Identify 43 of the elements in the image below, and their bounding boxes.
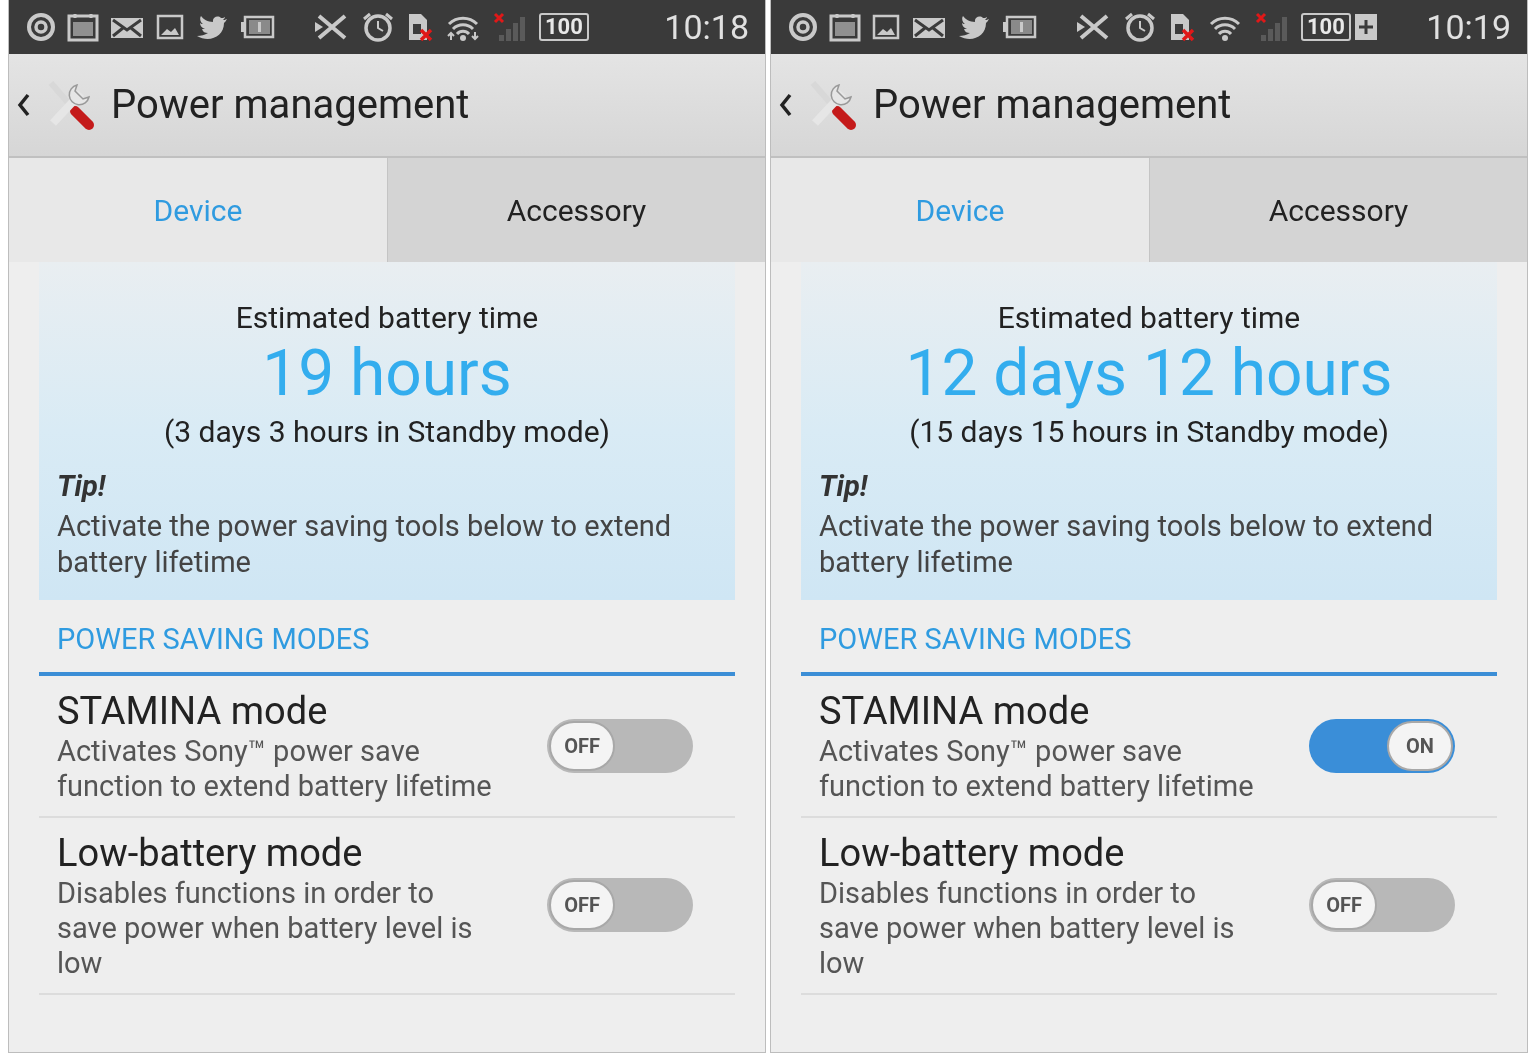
section-header: POWER SAVING MODES — [57, 622, 370, 656]
image-icon — [155, 12, 185, 42]
standby-time: (15 days 15 hours in Standby mode) — [908, 413, 1390, 451]
mode-title: Low-battery mode — [819, 829, 1126, 876]
page-title: Power management — [111, 80, 470, 130]
mode-description: Activates Sony™ power save function to extend battery lifetime — [819, 733, 1255, 804]
toggle-switch[interactable]: ON — [1309, 718, 1455, 773]
battery-level: 100 — [539, 13, 589, 41]
mode-title: STAMINA mode — [819, 687, 1091, 734]
clock-time: 10:18 — [664, 10, 749, 44]
image-icon — [871, 12, 901, 42]
mode-description: Disables functions in order to save power when battery level is low — [819, 875, 1236, 981]
tip-text: Activate the power saving tools below to extend battery lifetime — [57, 508, 673, 580]
calendar-icon — [829, 12, 861, 42]
estimate-label: Estimated battery time — [996, 300, 1302, 336]
battery-time: 19 hours — [261, 336, 513, 412]
estimate-label: Estimated battery time — [234, 300, 540, 336]
toggle-switch[interactable]: OFF — [1309, 878, 1455, 932]
back-icon[interactable] — [17, 92, 31, 118]
charging-plus-icon — [1354, 14, 1377, 40]
tip-text: Activate the power saving tools below to extend battery lifetime — [819, 508, 1435, 580]
section-header: POWER SAVING MODES — [819, 622, 1132, 656]
alarm-clock-icon — [361, 12, 395, 42]
toggle-switch[interactable]: OFF — [547, 718, 693, 773]
no-signal-icon — [491, 12, 525, 42]
standby-time: (3 days 3 hours in Standby mode) — [163, 413, 611, 451]
toggle-switch[interactable]: OFF — [547, 878, 693, 932]
battery-level: 100 — [1301, 13, 1351, 41]
page-title: Power management — [873, 80, 1232, 130]
battery-time: 12 days 12 hours — [904, 336, 1394, 412]
tip-title: Tip! — [819, 468, 869, 504]
mode-title: Low-battery mode — [57, 829, 364, 876]
mode-title: STAMINA mode — [57, 687, 329, 734]
alarm-clock-icon — [1123, 12, 1157, 42]
mode-description: Disables functions in order to save power when battery level is low — [57, 875, 474, 981]
calendar-icon — [67, 12, 99, 42]
no-signal-icon — [1253, 12, 1287, 42]
mode-description: Activates Sony™ power save function to extend battery lifetime — [57, 733, 493, 804]
clock-time: 10:19 — [1426, 10, 1511, 44]
tab[interactable]: Accessory — [387, 158, 765, 262]
tip-title: Tip! — [57, 468, 107, 504]
tab[interactable]: Accessory — [1149, 158, 1527, 262]
back-icon[interactable] — [779, 92, 793, 118]
